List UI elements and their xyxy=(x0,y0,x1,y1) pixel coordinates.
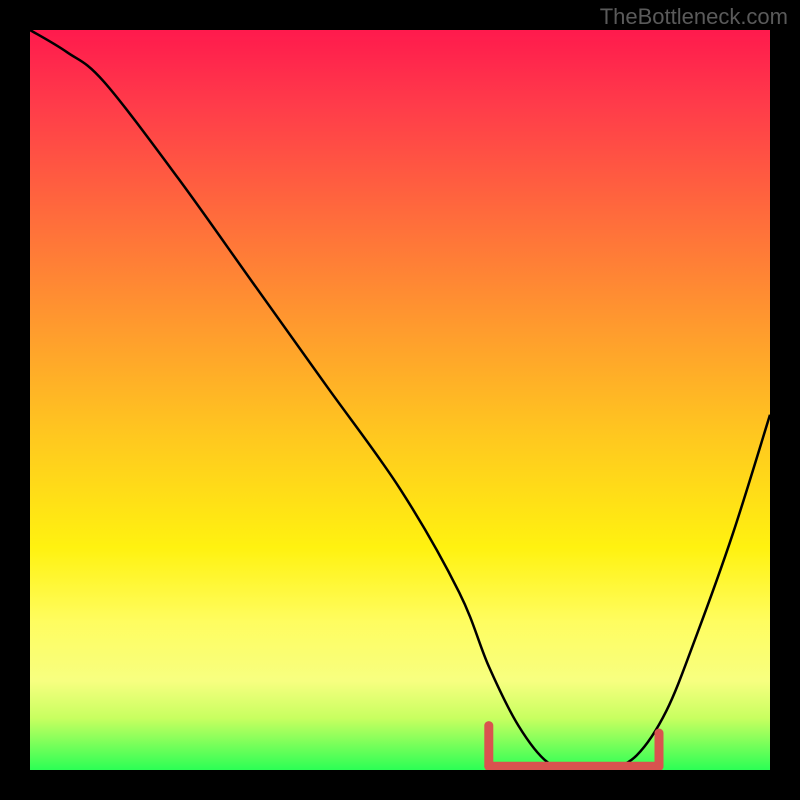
bottleneck-curve xyxy=(30,30,770,770)
curve-svg xyxy=(30,30,770,770)
watermark-text: TheBottleneck.com xyxy=(600,4,788,30)
chart-container: TheBottleneck.com xyxy=(0,0,800,800)
plot-area xyxy=(30,30,770,770)
